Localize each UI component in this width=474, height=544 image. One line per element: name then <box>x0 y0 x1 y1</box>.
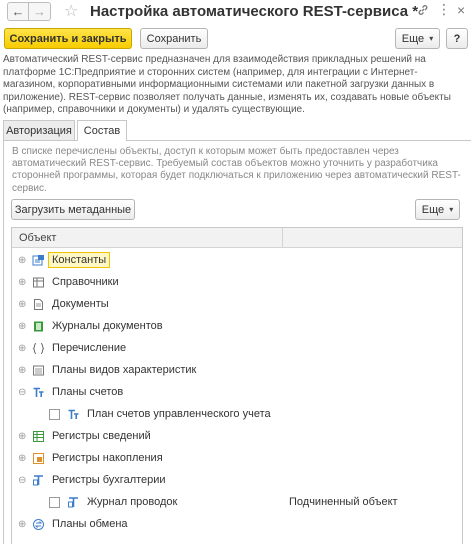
more-button[interactable]: Еще ▾ <box>395 28 440 49</box>
expand-icon[interactable]: ⊕ <box>18 520 26 530</box>
document-journals-icon <box>32 320 45 333</box>
row-label: Журнал проводок <box>87 496 178 508</box>
collapse-icon[interactable]: ⊖ <box>18 388 26 398</box>
accounting-registers-icon <box>32 474 45 487</box>
documents-icon <box>32 298 45 311</box>
service-description: Автоматический REST-сервис предназначен … <box>3 54 451 116</box>
row-label: Регистры сведений <box>52 430 151 442</box>
chevron-down-icon: ▾ <box>429 34 434 43</box>
enumerations-icon <box>32 342 45 355</box>
row-checkbox[interactable] <box>49 409 60 420</box>
table-row[interactable]: ⊕ Регистры накопления <box>12 448 462 470</box>
row-object-type: Подчиненный объект <box>289 496 398 508</box>
window-title: Настройка автоматического REST-сервиса * <box>90 3 419 20</box>
kebab-menu-icon[interactable]: ⋮ <box>437 1 451 18</box>
back-button[interactable]: ← <box>7 2 29 21</box>
row-label: Регистры накопления <box>52 452 163 464</box>
row-label: Константы <box>48 252 111 268</box>
chart-of-accounts-icon <box>67 408 80 421</box>
close-icon[interactable]: × <box>457 2 465 18</box>
table-row[interactable]: ⊕ Регистры сведений <box>12 426 462 448</box>
expand-icon[interactable]: ⊕ <box>18 366 26 376</box>
chevron-down-icon: ▾ <box>449 205 454 214</box>
table-row-child[interactable]: Журнал проводок Подчиненный объект <box>12 492 462 514</box>
star-icon[interactable]: ☆ <box>64 1 78 21</box>
row-label: Справочники <box>52 276 119 288</box>
tab-authorization[interactable]: Авторизация <box>3 120 75 140</box>
title-bar: ← → ☆ Настройка автоматического REST-сер… <box>0 0 474 24</box>
table-row[interactable]: ⊕ Справочники <box>12 272 462 294</box>
expand-icon[interactable]: ⊕ <box>18 278 26 288</box>
table-row[interactable]: ⊕ Перечисление <box>12 338 462 360</box>
table-row-child[interactable]: План счетов управленческого учета <box>12 404 462 426</box>
accumulation-registers-icon <box>32 452 45 465</box>
objects-table[interactable]: Объект ⊕ Константы ⊕ Справочники ⊕ Документы ⊕… <box>11 227 463 544</box>
row-label: Журналы документов <box>52 320 163 332</box>
table-header: Объект <box>12 228 462 248</box>
table-row[interactable]: ⊕ Планы видов характеристик <box>12 360 462 382</box>
table-row[interactable]: ⊕ Константы <box>12 250 462 272</box>
table-row[interactable]: ⊕ Планы обмена <box>12 514 462 536</box>
composition-more-label: Еще <box>421 203 445 216</box>
expand-icon[interactable]: ⊕ <box>18 256 26 266</box>
tab-composition[interactable]: Состав <box>77 120 127 141</box>
row-label: Регистры бухгалтерии <box>52 474 166 486</box>
collapse-icon[interactable]: ⊖ <box>18 476 26 486</box>
expand-icon[interactable]: ⊕ <box>18 454 26 464</box>
table-row[interactable]: ⊕ Документы <box>12 294 462 316</box>
help-button[interactable]: ? <box>446 28 468 49</box>
composition-hint: В списке перечислены объекты, доступ к к… <box>12 146 461 194</box>
column-header-object[interactable]: Объект <box>19 232 56 244</box>
composition-more-button[interactable]: Еще ▾ <box>415 199 460 220</box>
row-label: Перечисление <box>52 342 127 354</box>
forward-button[interactable]: → <box>29 2 51 21</box>
table-row[interactable]: ⊖ Регистры бухгалтерии <box>12 470 462 492</box>
arrow-right-icon: → <box>33 4 46 19</box>
expand-icon[interactable]: ⊕ <box>18 344 26 354</box>
characteristic-types-icon <box>32 364 45 377</box>
row-checkbox[interactable] <box>49 497 60 508</box>
exchange-plans-icon <box>32 518 45 531</box>
table-row[interactable]: ⊕ Журналы документов <box>12 316 462 338</box>
more-button-label: Еще <box>401 32 425 45</box>
table-row[interactable]: ⊖ Планы счетов <box>12 382 462 404</box>
save-and-close-button[interactable]: Сохранить и закрыть <box>4 28 132 49</box>
link-icon[interactable] <box>417 4 429 19</box>
information-registers-icon <box>32 430 45 443</box>
accounting-registers-icon <box>67 496 80 509</box>
expand-icon[interactable]: ⊕ <box>18 432 26 442</box>
row-label: План счетов управленческого учета <box>87 408 271 420</box>
chart-of-accounts-icon <box>32 386 45 399</box>
row-label: Документы <box>52 298 109 310</box>
row-label: Планы счетов <box>52 386 124 398</box>
row-label: Планы видов характеристик <box>52 364 197 376</box>
row-label: Планы обмена <box>52 518 128 530</box>
expand-icon[interactable]: ⊕ <box>18 322 26 332</box>
expand-icon[interactable]: ⊕ <box>18 300 26 310</box>
catalogs-icon <box>32 276 45 289</box>
arrow-left-icon: ← <box>11 4 25 19</box>
save-button[interactable]: Сохранить <box>140 28 208 49</box>
load-metadata-button[interactable]: Загрузить метаданные <box>11 199 135 220</box>
column-divider <box>282 228 283 248</box>
constants-icon <box>32 254 45 267</box>
